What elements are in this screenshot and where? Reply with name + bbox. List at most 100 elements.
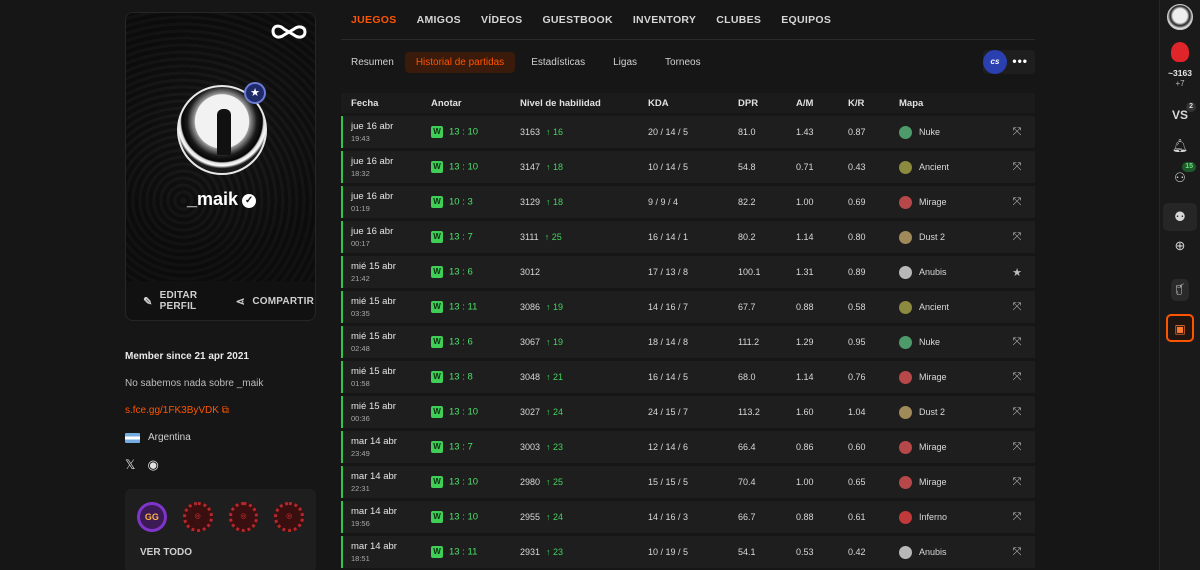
table-row[interactable]: mar 14 abr 19:56 W 13 : 10 2955 ↑ 24 14 / 16 /… <box>341 501 1035 533</box>
kr-cell: 1.04 <box>848 396 899 428</box>
expand-icon[interactable]: ⤧ <box>999 431 1035 463</box>
am-cell: 0.86 <box>796 431 848 463</box>
expand-icon[interactable]: ⤧ <box>999 326 1035 358</box>
table-row[interactable]: mié 15 abr 01:58 W 13 : 8 3048 ↑ 21 16 / 14 / … <box>341 361 1035 393</box>
see-all-button[interactable]: VER TODO <box>140 547 304 558</box>
edit-profile-button[interactable]: ✎ EDITAR PERFIL <box>142 290 234 312</box>
match-date: mar 14 abr <box>351 471 397 482</box>
date-cell: jue 16 abr 19:43 <box>341 116 431 148</box>
tab-equipos[interactable]: EQUIPOS <box>781 14 831 26</box>
expand-icon[interactable]: ⤧ <box>999 466 1035 498</box>
expand-icon[interactable]: ⤧ <box>999 501 1035 533</box>
share-label: COMPARTIR <box>252 295 314 307</box>
elo-delta-value: 25 <box>553 477 564 487</box>
profile-link[interactable]: s.fce.gg/1FK3ByVDK ⧉ <box>125 405 316 416</box>
table-row[interactable]: jue 16 abr 01:19 W 10 : 3 3129 ↑ 18 9 / 9 / 48… <box>341 186 1035 218</box>
x-icon[interactable]: 𝕏 <box>125 457 135 473</box>
expand-icon[interactable]: ⤧ <box>999 396 1035 428</box>
expand-icon[interactable]: ⤧ <box>999 151 1035 183</box>
tab-videos[interactable]: VÍDEOS <box>481 14 522 26</box>
win-badge: W <box>431 336 443 348</box>
friends-button[interactable]: ⚇ 15 <box>1160 162 1200 186</box>
share-button[interactable]: ⋖ COMPARTIR <box>234 295 314 308</box>
map-name: Mirage <box>919 197 947 207</box>
arrow-up-icon: ↑ <box>546 337 554 347</box>
expand-icon[interactable]: ⤧ <box>999 291 1035 323</box>
map-name: Mirage <box>919 477 947 487</box>
match-score: 13 : 7 <box>449 441 473 453</box>
my-avatar[interactable] <box>1167 4 1193 30</box>
win-badge: W <box>431 406 443 418</box>
chip-icon[interactable]: ▣ <box>1166 314 1194 342</box>
party-icon[interactable]: ⚉ <box>1163 203 1197 231</box>
match-time: 19:56 <box>351 519 370 528</box>
score-cell: W 13 : 10 <box>431 501 520 533</box>
col-kr: K/R <box>848 93 899 113</box>
date-cell: mié 15 abr 01:58 <box>341 361 431 393</box>
kr-cell: 0.87 <box>848 116 899 148</box>
elo-delta: ↑ 19 <box>546 337 563 347</box>
badge-icon[interactable]: GG <box>137 502 167 532</box>
subtab-torneos[interactable]: Torneos <box>665 57 701 68</box>
subtab-ligas[interactable]: Ligas <box>613 57 637 68</box>
elo-delta-value: 24 <box>553 512 564 522</box>
right-rail: ~3163 +7 VS 2 🔔︎ ⚇ 15 ⚉ ⊕ 🥤︎ ▣ <box>1159 0 1200 570</box>
table-row[interactable]: mié 15 abr 21:42 W 13 : 6 3012 17 / 13 / 8 100… <box>341 256 1035 288</box>
add-icon[interactable]: ⊕ <box>1160 238 1200 254</box>
steam-icon[interactable]: ◉ <box>147 457 158 473</box>
expand-icon[interactable]: ⤧ <box>999 221 1035 253</box>
tab-amigos[interactable]: AMIGOS <box>417 14 461 26</box>
badge-icon[interactable]: ◎ <box>182 502 213 532</box>
expand-icon[interactable]: ⤧ <box>999 186 1035 218</box>
elo-value: 3067 <box>520 337 541 347</box>
date-cell: jue 16 abr 01:19 <box>341 186 431 218</box>
nickname-text: _maik <box>186 189 239 209</box>
dpr-cell: 54.8 <box>738 151 796 183</box>
table-row[interactable]: mar 14 abr 18:51 W 13 : 11 2931 ↑ 23 10 / 19 /… <box>341 536 1035 568</box>
more-options-icon[interactable]: ••• <box>1012 54 1028 68</box>
bell-icon[interactable]: 🔔︎ <box>1160 138 1200 154</box>
subtab-estadisticas[interactable]: Estadísticas <box>531 57 585 68</box>
arrow-up-icon: ↑ <box>546 127 554 137</box>
match-time: 18:51 <box>351 554 370 563</box>
versus-button[interactable]: VS 2 <box>1160 102 1200 122</box>
skill-cell: 3067 ↑ 19 <box>520 326 648 358</box>
expand-icon[interactable]: ⤧ <box>999 116 1035 148</box>
badge-icon[interactable]: ◎ <box>274 502 304 532</box>
map-cell: Ancient <box>899 291 999 323</box>
subtab-resumen[interactable]: Resumen <box>351 57 394 68</box>
score-cell: W 10 : 3 <box>431 186 520 218</box>
table-row[interactable]: jue 16 abr 18:32 W 13 : 10 3147 ↑ 18 10 / 14 /… <box>341 151 1035 183</box>
tab-clubes[interactable]: CLUBES <box>716 14 761 26</box>
table-row[interactable]: mié 15 abr 02:48 W 13 : 6 3067 ↑ 19 18 / 14 / … <box>341 326 1035 358</box>
tab-juegos[interactable]: JUEGOS <box>351 14 397 26</box>
subtab-match-history[interactable]: Historial de partidas <box>404 51 516 73</box>
star-icon[interactable]: ★ <box>999 256 1035 288</box>
map-cell: Mirage <box>899 361 999 393</box>
table-row[interactable]: jue 16 abr 00:17 W 13 : 7 3111 ↑ 25 16 / 14 / … <box>341 221 1035 253</box>
expand-icon[interactable]: ⤧ <box>999 361 1035 393</box>
table-row[interactable]: mar 14 abr 23:49 W 13 : 7 3003 ↑ 23 12 / 14 / … <box>341 431 1035 463</box>
am-cell: 1.29 <box>796 326 848 358</box>
col-map: Mapa <box>899 93 999 113</box>
badge-icon[interactable]: ◎ <box>228 502 259 532</box>
skill-level-icon[interactable] <box>1171 42 1189 62</box>
elo-delta: ↑ 18 <box>546 162 563 172</box>
elo-delta: ↑ 18 <box>546 197 563 207</box>
profile-panel: ★ _maik ✓ ✎ EDITAR PERFIL ⋖ COMPARTIR Mem… <box>125 12 316 570</box>
map-cell: Mirage <box>899 431 999 463</box>
map-name: Nuke <box>919 127 941 137</box>
map-icon <box>899 300 912 314</box>
cs-game-icon[interactable]: cs <box>983 50 1007 74</box>
table-row[interactable]: jue 16 abr 19:43 W 13 : 10 3163 ↑ 16 20 / 14 /… <box>341 116 1035 148</box>
expand-icon[interactable]: ⤧ <box>999 536 1035 568</box>
drink-icon[interactable]: 🥤︎ <box>1171 279 1189 301</box>
tab-guestbook[interactable]: GUESTBOOK <box>542 14 612 26</box>
score-cell: W 13 : 7 <box>431 221 520 253</box>
tab-inventory[interactable]: INVENTORY <box>633 14 696 26</box>
table-row[interactable]: mié 15 abr 03:35 W 13 : 11 3086 ↑ 19 14 / 16 /… <box>341 291 1035 323</box>
match-time: 19:43 <box>351 134 370 143</box>
win-badge: W <box>431 161 443 173</box>
table-row[interactable]: mié 15 abr 00:36 W 13 : 10 3027 ↑ 24 24 / 15 /… <box>341 396 1035 428</box>
table-row[interactable]: mar 14 abr 22:31 W 13 : 10 2980 ↑ 25 15 / 15 /… <box>341 466 1035 498</box>
